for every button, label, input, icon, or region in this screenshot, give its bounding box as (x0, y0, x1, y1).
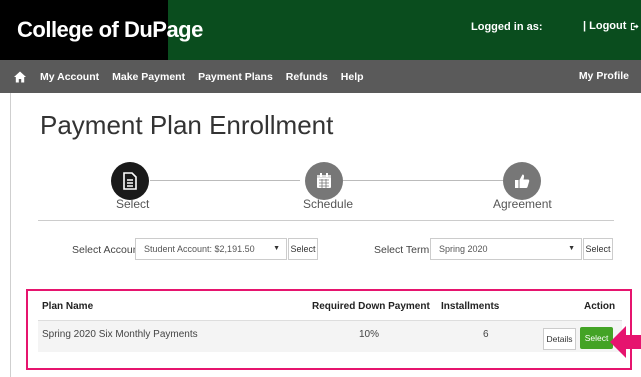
term-select-button[interactable]: Select (583, 238, 613, 260)
step-select-circle (111, 162, 149, 200)
account-select-button[interactable]: Select (288, 238, 318, 260)
nav-help[interactable]: Help (341, 71, 364, 83)
select-plan-button[interactable]: Select (580, 327, 613, 349)
step-connector (343, 180, 503, 181)
top-header: College of DuPage Logged in as: | Logout (0, 0, 641, 60)
select-term-label: Select Term (374, 244, 430, 256)
logout-label: | Logout (583, 20, 627, 32)
logout-icon (631, 22, 639, 30)
logout-link[interactable]: | Logout (583, 20, 639, 32)
brand-name: College of DuPage (17, 17, 203, 42)
term-dropdown[interactable]: Spring 2020 ▼ (430, 238, 582, 260)
down-payment-cell: 10% (359, 329, 380, 340)
nav-refunds[interactable]: Refunds (286, 71, 328, 83)
thumbs-up-icon (515, 174, 530, 188)
header-plan-name: Plan Name (42, 301, 94, 312)
account-dropdown[interactable]: Student Account: $2,191.50 ▼ (135, 238, 287, 260)
main-nav: My Account Make Payment Payment Plans Re… (0, 60, 641, 93)
nav-make-payment[interactable]: Make Payment (112, 71, 185, 83)
header-down-payment: Required Down Payment (312, 301, 430, 312)
step-select-label: Select (116, 197, 150, 211)
dropdown-caret-icon: ▼ (568, 245, 575, 252)
header-action: Action (584, 301, 616, 312)
plan-name-cell: Spring 2020 Six Monthly Payments (42, 329, 198, 340)
step-agreement-circle (503, 162, 541, 200)
pointer-arrow-icon (610, 326, 641, 358)
logged-in-label: Logged in as: (471, 21, 543, 33)
step-schedule-label: Schedule (303, 197, 354, 211)
installments-cell: 6 (483, 329, 489, 340)
dropdown-caret-icon: ▼ (273, 245, 280, 252)
nav-my-profile[interactable]: My Profile (579, 70, 629, 82)
calendar-icon (317, 173, 331, 188)
nav-my-account[interactable]: My Account (40, 71, 99, 83)
step-schedule-circle (305, 162, 343, 200)
section-divider (38, 220, 614, 221)
details-button[interactable]: Details (543, 328, 576, 350)
header-installments: Installments (441, 301, 500, 312)
nav-payment-plans[interactable]: Payment Plans (198, 71, 273, 83)
account-dropdown-value: Student Account: $2,191.50 (144, 244, 255, 254)
step-agreement-label: Agreement (493, 197, 552, 211)
brand[interactable]: College of DuPage (0, 0, 203, 60)
home-icon[interactable] (14, 71, 26, 83)
document-icon (123, 172, 137, 190)
select-account-label: Select Account (72, 244, 142, 256)
step-connector (150, 180, 300, 181)
page-title: Payment Plan Enrollment (40, 110, 334, 140)
term-dropdown-value: Spring 2020 (439, 244, 488, 254)
